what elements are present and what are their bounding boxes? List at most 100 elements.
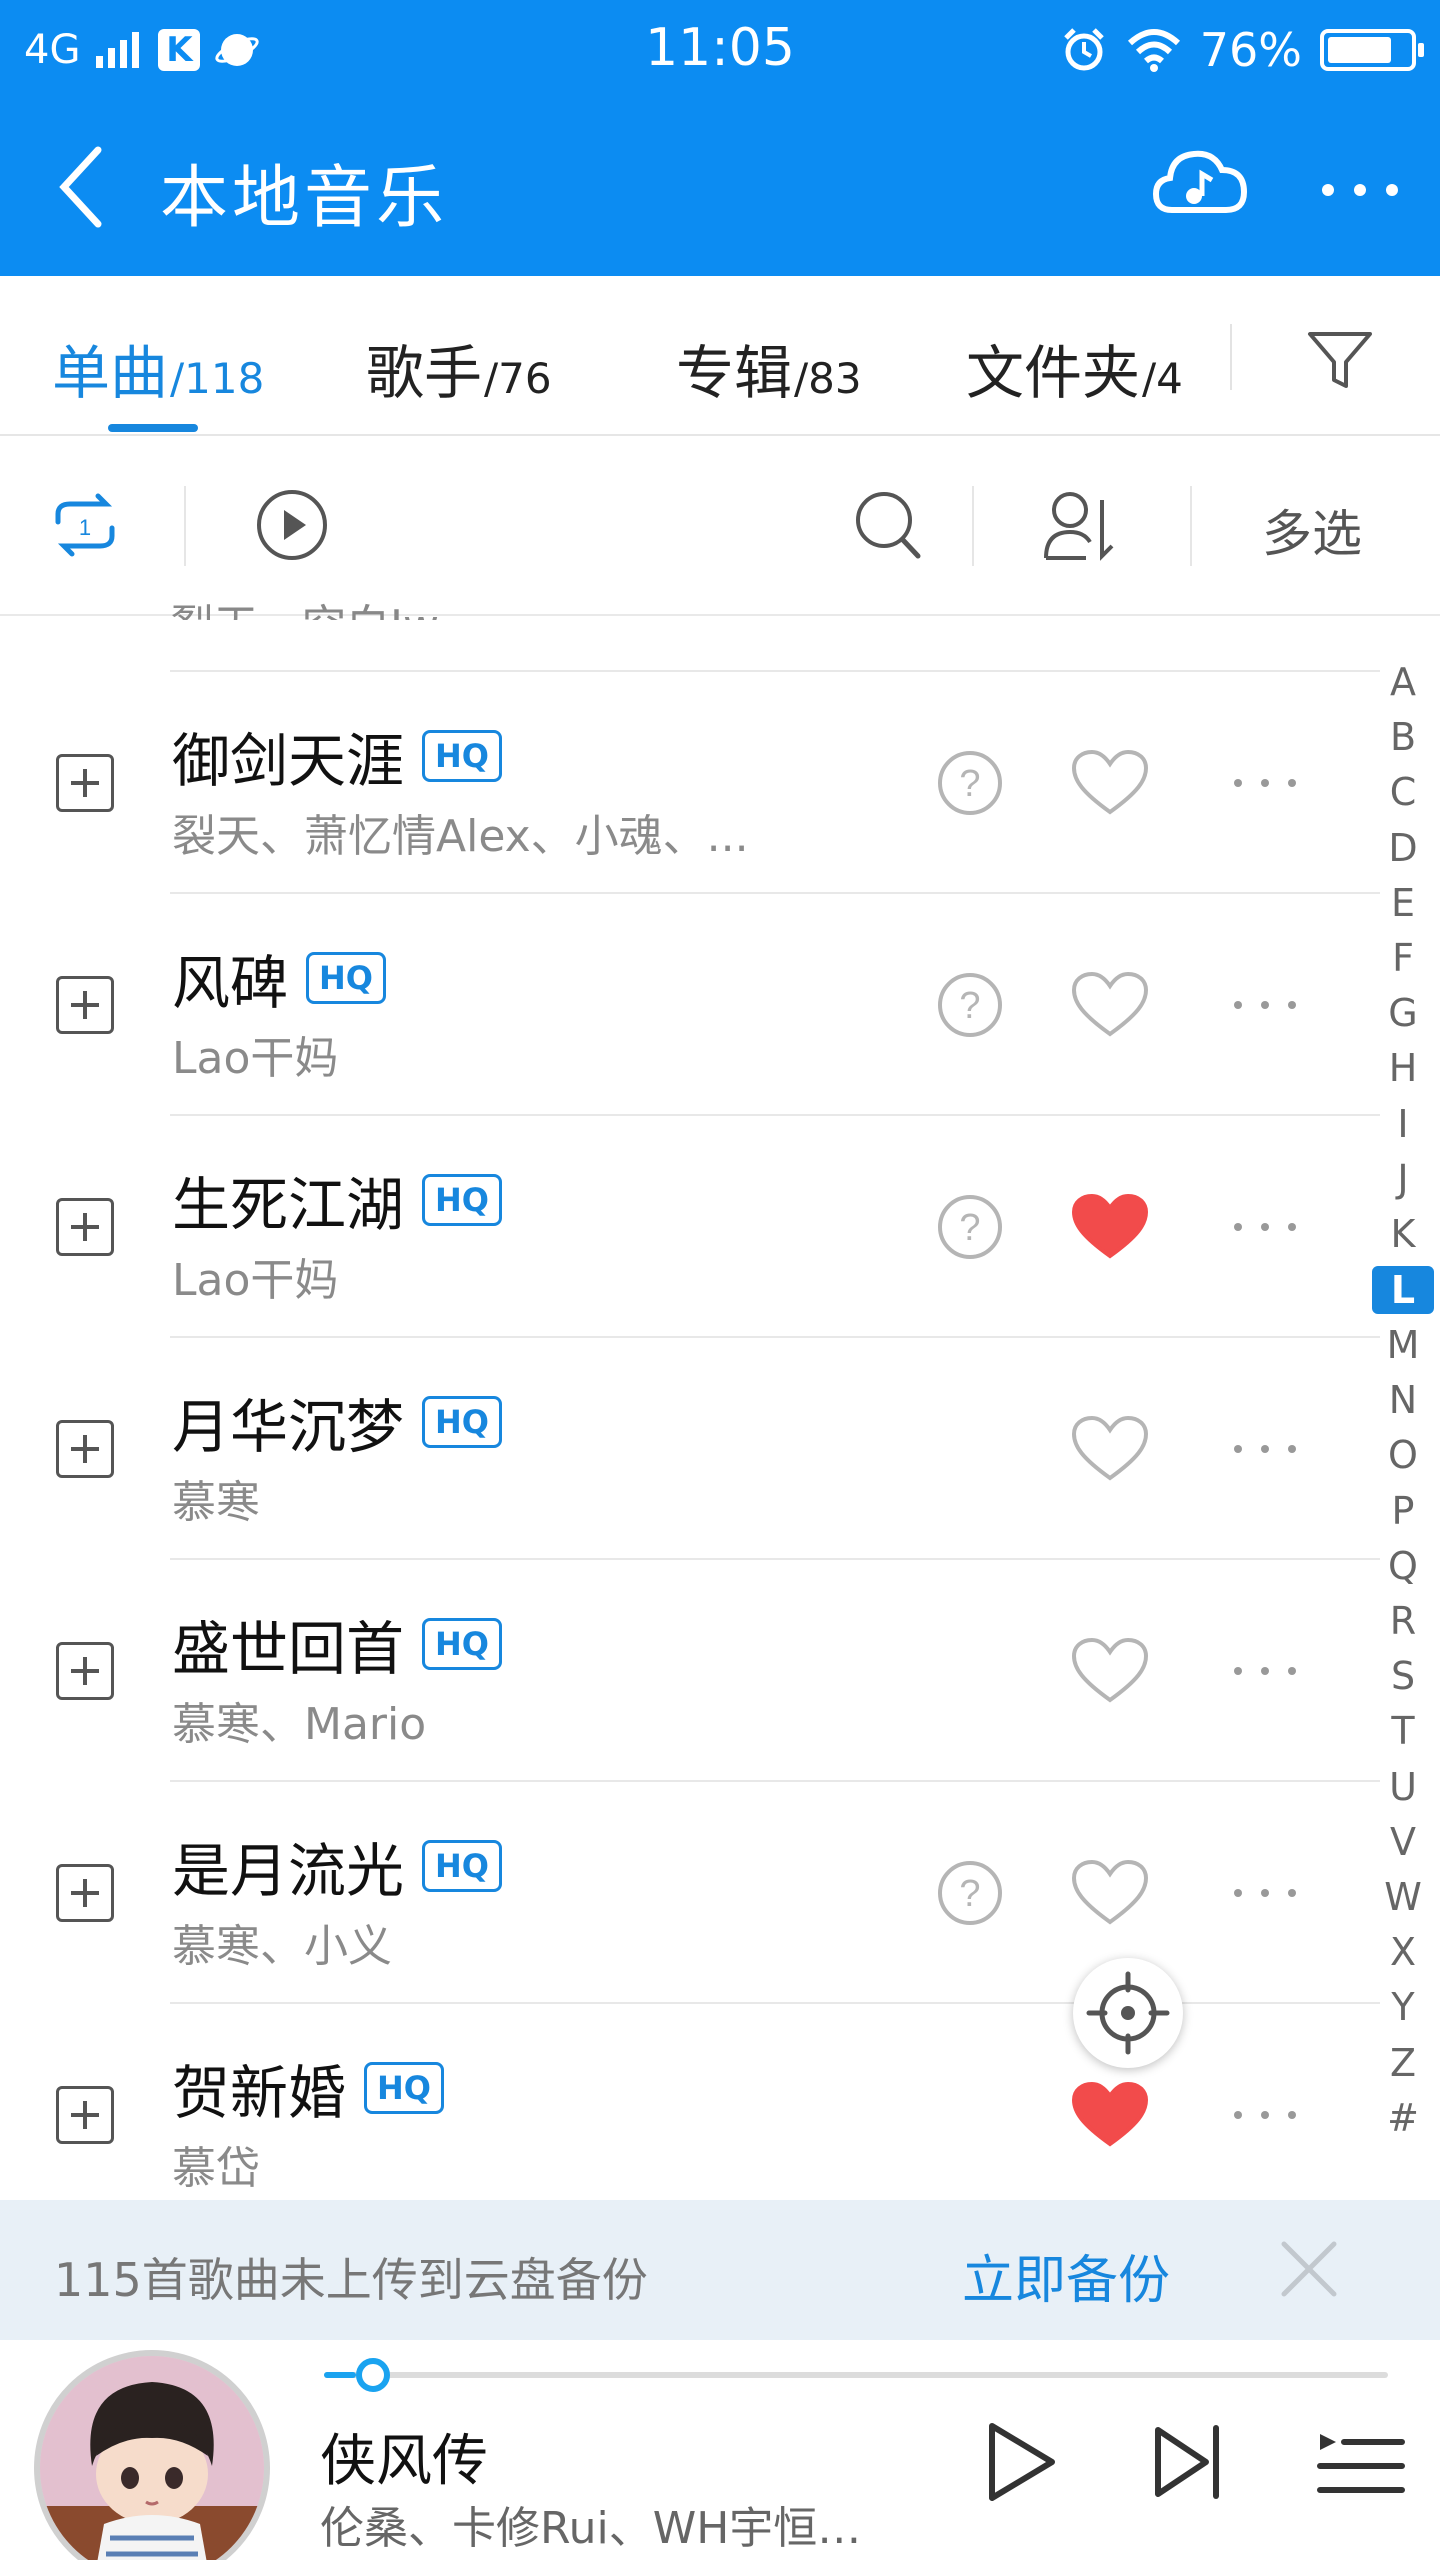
alpha-letter[interactable]: M	[1370, 1318, 1436, 1373]
alpha-letter[interactable]: O	[1370, 1428, 1436, 1483]
alpha-letter[interactable]: S	[1370, 1649, 1436, 1704]
battery-percent: 76%	[1199, 23, 1302, 77]
tab-albums[interactable]: 专辑/83	[676, 326, 862, 410]
alpha-letter[interactable]: X	[1370, 1925, 1436, 1980]
more-options-icon[interactable]	[1310, 160, 1410, 220]
add-icon[interactable]	[56, 1864, 114, 1922]
alpha-letter[interactable]: K	[1370, 1207, 1436, 1262]
cloud-music-icon[interactable]	[1150, 140, 1250, 230]
svg-text:?: ?	[959, 1873, 980, 1915]
heart-filled-icon[interactable]	[1070, 1192, 1150, 1262]
more-icon[interactable]	[1230, 1214, 1300, 1240]
add-icon[interactable]	[56, 1420, 114, 1478]
sort-icon[interactable]	[1040, 480, 1120, 570]
song-row[interactable]: 月华沉梦 HQ 慕寒	[0, 1336, 1380, 1558]
backup-banner: 115首歌曲未上传到云盘备份 立即备份	[0, 2200, 1440, 2340]
alpha-letter[interactable]: P	[1370, 1484, 1436, 1539]
heart-icon[interactable]	[1070, 748, 1150, 818]
backup-now-button[interactable]: 立即备份	[962, 2238, 1170, 2313]
svg-text:1: 1	[79, 515, 91, 540]
more-icon[interactable]	[1230, 1658, 1300, 1684]
playlist-icon[interactable]	[1310, 2412, 1410, 2512]
heart-filled-icon[interactable]	[1070, 2080, 1150, 2150]
alpha-letter[interactable]: D	[1370, 821, 1436, 876]
multi-select-button[interactable]: 多选	[1262, 494, 1362, 566]
locate-current-button[interactable]	[1073, 1958, 1183, 2068]
add-icon[interactable]	[56, 1642, 114, 1700]
row-divider	[170, 2002, 1380, 2004]
hq-badge: HQ	[422, 1840, 502, 1892]
more-icon[interactable]	[1230, 992, 1300, 1018]
next-track-icon[interactable]	[1140, 2412, 1240, 2512]
more-icon[interactable]	[1230, 1436, 1300, 1462]
progress-track[interactable]	[324, 2358, 1388, 2392]
song-title: 贺新婚 HQ	[172, 2046, 444, 2130]
add-icon[interactable]	[56, 2086, 114, 2144]
play-icon[interactable]	[970, 2412, 1070, 2512]
add-icon[interactable]	[56, 754, 114, 812]
heart-icon[interactable]	[1070, 1414, 1150, 1484]
question-icon[interactable]: ?	[935, 1192, 1005, 1262]
now-playing-artist: 伦桑、卡修Rui、WH宇恒…	[320, 2503, 862, 2554]
alpha-letter[interactable]: W	[1370, 1870, 1436, 1925]
alpha-letter[interactable]: B	[1370, 710, 1436, 765]
song-artist: Lao干妈	[172, 1033, 339, 1084]
filter-icon[interactable]	[1300, 320, 1380, 400]
close-icon[interactable]	[1276, 2236, 1342, 2302]
mini-player[interactable]: 侠风传 伦桑、卡修Rui、WH宇恒…	[0, 2340, 1440, 2560]
song-title: 盛世回首 HQ	[172, 1602, 502, 1686]
alpha-letter[interactable]: H	[1370, 1041, 1436, 1096]
alpha-letter[interactable]: Q	[1370, 1539, 1436, 1594]
page-title: 本地音乐	[160, 159, 449, 238]
play-all-icon[interactable]	[252, 480, 332, 570]
song-row[interactable]: 盛世回首 HQ 慕寒、Mario	[0, 1558, 1380, 1780]
song-artist: 慕寒	[172, 1477, 260, 1528]
question-icon[interactable]: ?	[935, 1858, 1005, 1928]
back-arrow-icon[interactable]	[50, 142, 130, 232]
row-divider	[170, 1780, 1380, 1782]
progress-knob[interactable]	[355, 2358, 390, 2392]
alpha-letter[interactable]: J	[1370, 1152, 1436, 1207]
alpha-letter[interactable]: Z	[1370, 2036, 1436, 2091]
alpha-letter[interactable]: I	[1370, 1097, 1436, 1152]
alpha-letter[interactable]: T	[1370, 1704, 1436, 1759]
alpha-letter[interactable]: #	[1370, 2091, 1436, 2146]
row-divider	[170, 1558, 1380, 1560]
repeat-one-icon[interactable]: 1	[50, 480, 120, 570]
tab-songs[interactable]: 单曲/118	[52, 326, 264, 410]
tab-folders[interactable]: 文件夹/4	[966, 326, 1183, 410]
alpha-letter[interactable]: C	[1370, 765, 1436, 820]
search-icon[interactable]	[848, 480, 928, 570]
alpha-letter[interactable]: U	[1370, 1760, 1436, 1815]
alpha-letter[interactable]: G	[1370, 986, 1436, 1041]
hq-badge: HQ	[422, 1618, 502, 1670]
alpha-letter[interactable]: R	[1370, 1594, 1436, 1649]
hq-badge: HQ	[306, 952, 386, 1004]
alpha-letter[interactable]: V	[1370, 1815, 1436, 1870]
heart-icon[interactable]	[1070, 1636, 1150, 1706]
heart-icon[interactable]	[1070, 970, 1150, 1040]
song-row[interactable]: 风碑 HQ Lao干妈 ?	[0, 892, 1380, 1114]
song-row[interactable]: 御剑天涯 HQ 裂天、萧忆情Alex、小魂、... ?	[0, 670, 1380, 892]
alpha-letter[interactable]: Y	[1370, 1980, 1436, 2035]
question-icon[interactable]: ?	[935, 970, 1005, 1040]
add-icon[interactable]	[56, 976, 114, 1034]
alpha-letter[interactable]: N	[1370, 1373, 1436, 1428]
more-icon[interactable]	[1230, 1880, 1300, 1906]
heart-icon[interactable]	[1070, 1858, 1150, 1928]
alpha-letter[interactable]: E	[1370, 876, 1436, 931]
song-row[interactable]: 生死江湖 HQ Lao干妈 ?	[0, 1114, 1380, 1336]
alpha-letter[interactable]: F	[1370, 931, 1436, 986]
tab-artists[interactable]: 歌手/76	[366, 326, 552, 410]
more-icon[interactable]	[1230, 770, 1300, 796]
hq-badge: HQ	[422, 730, 502, 782]
song-artist: 慕寒、小义	[172, 1921, 392, 1972]
alphabet-index[interactable]: A B C D E F G H I J K L M N O P Q R S T …	[1370, 655, 1436, 2146]
add-icon[interactable]	[56, 1198, 114, 1256]
question-icon[interactable]: ?	[935, 748, 1005, 818]
row-divider	[170, 892, 1380, 894]
album-art[interactable]	[34, 2350, 270, 2560]
alpha-letter-selected[interactable]: L	[1372, 1266, 1434, 1315]
more-icon[interactable]	[1230, 2102, 1300, 2128]
alpha-letter[interactable]: A	[1370, 655, 1436, 710]
